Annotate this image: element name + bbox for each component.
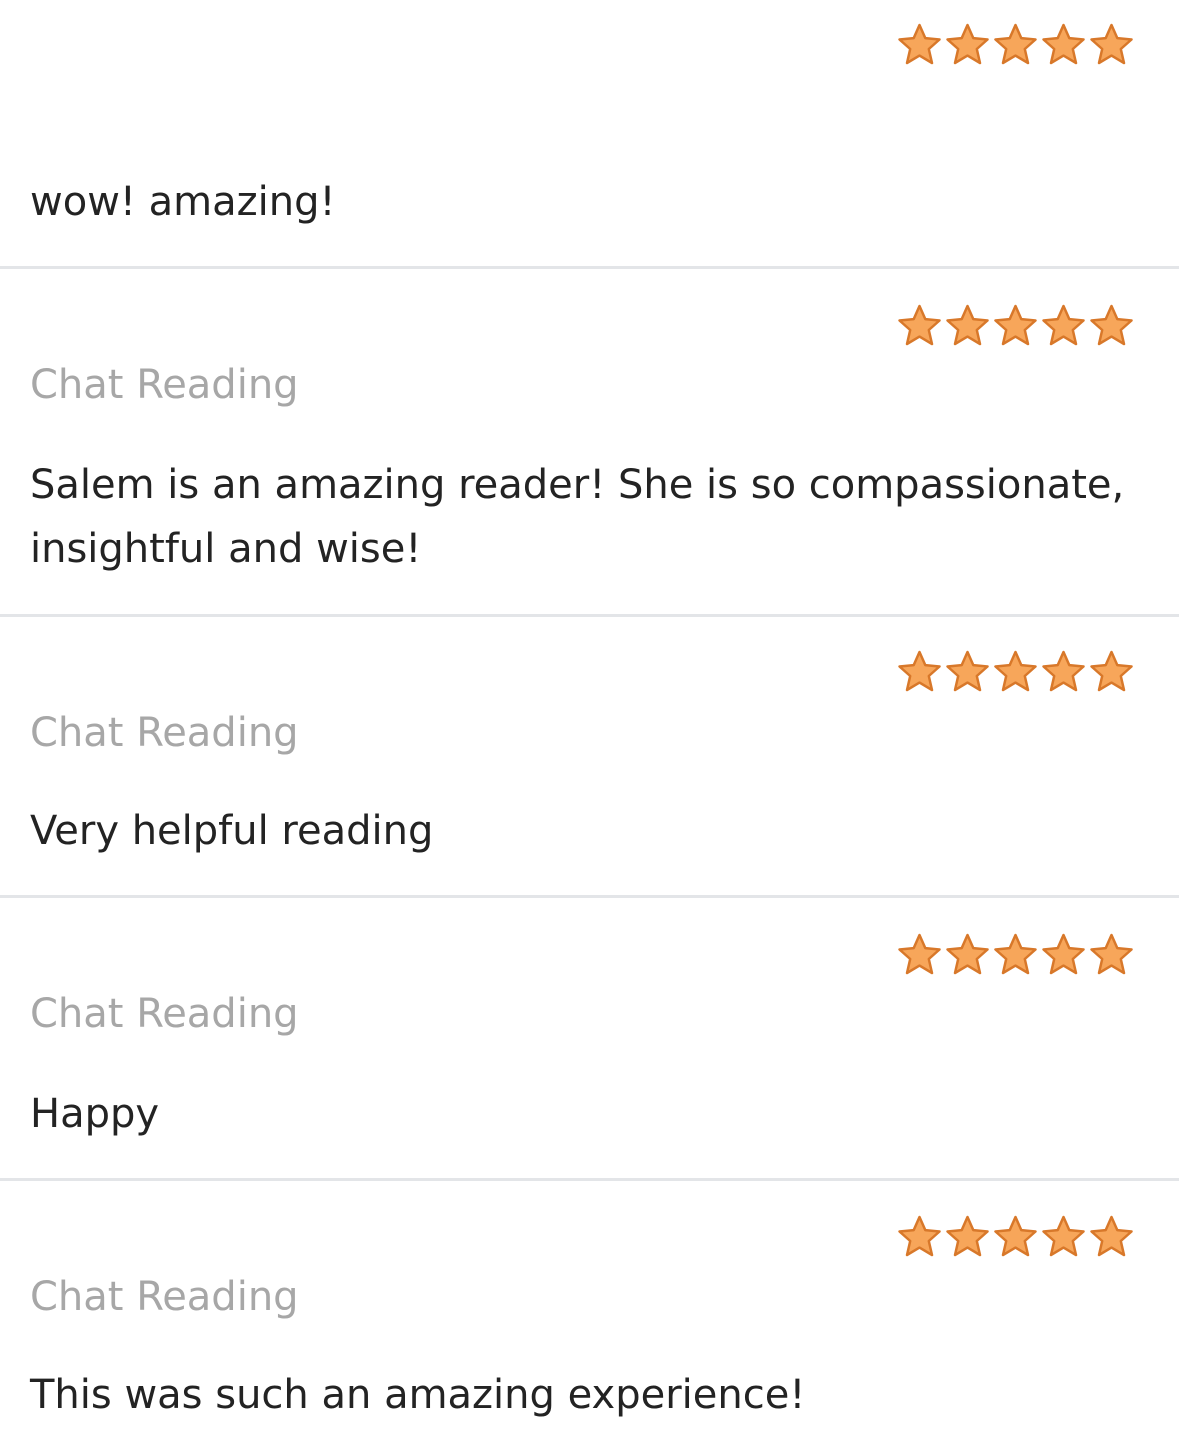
- star-icon: [944, 1214, 991, 1260]
- star-icon: [1088, 22, 1135, 68]
- star-rating: [896, 649, 1136, 695]
- star-icon: [1088, 649, 1135, 695]
- review-item: Chat Reading This was such an amazing ex…: [0, 1181, 1179, 1443]
- star-icon: [944, 303, 991, 349]
- star-icon: [1088, 932, 1135, 978]
- star-icon: [1040, 649, 1087, 695]
- review-text: Very helpful reading: [30, 808, 434, 854]
- star-rating: [896, 932, 1136, 978]
- reading-type: Chat Reading: [30, 1274, 299, 1320]
- star-icon: [1040, 1214, 1087, 1260]
- reading-type: Chat Reading: [30, 362, 299, 408]
- star-icon: [944, 932, 991, 978]
- star-icon: [896, 932, 943, 978]
- star-icon: [1040, 303, 1087, 349]
- star-rating: [896, 303, 1136, 349]
- review-item: Chat Reading Salem is an amazing reader!…: [0, 269, 1179, 617]
- star-icon: [1088, 303, 1135, 349]
- star-icon: [992, 649, 1039, 695]
- star-icon: [1040, 932, 1087, 978]
- review-text: Salem is an amazing reader! She is so co…: [30, 462, 1125, 572]
- review-item: Chat Reading Happy: [0, 898, 1179, 1181]
- star-icon: [896, 649, 943, 695]
- review-text: wow! amazing!: [30, 179, 336, 225]
- review-text: This was such an amazing experience!: [30, 1372, 806, 1418]
- review-text: Happy: [30, 1091, 160, 1137]
- review-item: Chat Reading wow! amazing!: [0, 0, 1179, 269]
- star-icon: [944, 22, 991, 68]
- star-icon: [992, 932, 1039, 978]
- review-list: Chat Reading wow! amazing! Chat Reading …: [0, 0, 1179, 1443]
- reading-type: Chat Reading: [30, 991, 299, 1037]
- star-rating: [896, 1214, 1136, 1260]
- star-icon: [896, 1214, 943, 1260]
- reading-type: Chat Reading: [30, 710, 299, 756]
- star-icon: [944, 649, 991, 695]
- star-icon: [1040, 22, 1087, 68]
- star-icon: [992, 303, 1039, 349]
- star-icon: [896, 303, 943, 349]
- star-icon: [992, 1214, 1039, 1260]
- star-rating: [896, 22, 1136, 68]
- review-item: Chat Reading Very helpful reading: [0, 617, 1179, 898]
- star-icon: [896, 22, 943, 68]
- star-icon: [1088, 1214, 1135, 1260]
- star-icon: [992, 22, 1039, 68]
